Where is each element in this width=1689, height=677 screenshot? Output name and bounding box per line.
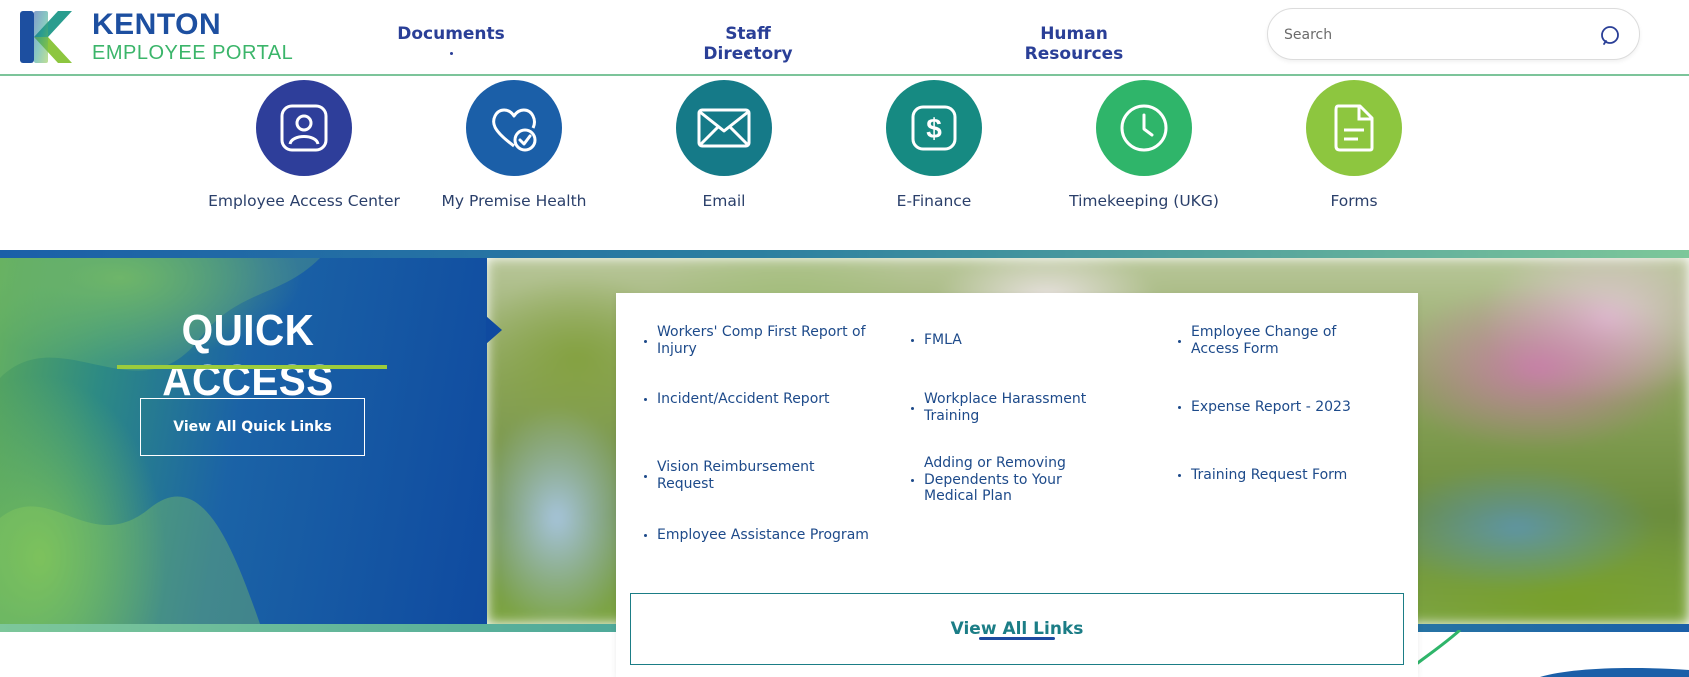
decorative-curve [1400,630,1689,677]
app-label: Employee Access Center [208,192,400,210]
app-label: Forms [1330,192,1378,210]
dollar-icon: $ [911,105,957,151]
nav-human-resources-label: Human Resources [1025,24,1124,64]
link-employee-assistance-program[interactable]: Employee Assistance Program [644,527,874,544]
heart-check-icon [492,108,537,152]
link-fmla[interactable]: FMLA [911,332,1141,349]
nav-staff-directory-label: Staff Directory [703,24,792,64]
app-circle [676,80,772,176]
app-circle [466,80,562,176]
app-circle [256,80,352,176]
link-incident-accident-report[interactable]: Incident/Accident Report [644,391,874,408]
kenton-k-logo-icon [20,11,72,63]
envelope-icon [697,108,751,148]
kenton-logo[interactable]: KENTON EMPLOYEE PORTAL [18,6,298,66]
app-forms[interactable]: Forms [1249,80,1459,210]
app-label: Timekeeping (UKG) [1069,192,1219,210]
app-label: Email [702,192,746,210]
search-box [1267,8,1640,60]
view-all-links-text: View All Links [950,619,1084,639]
band-top-stripe [0,250,1689,258]
link-workplace-harassment-training[interactable]: Workplace Harassment Training [911,391,1141,424]
view-all-links-label: View All Links [950,619,1084,640]
link-expense-report-2023[interactable]: Expense Report - 2023 [1178,399,1408,416]
nav-documents[interactable]: Documents [396,24,506,55]
nav-dot-indicator [450,52,453,55]
app-timekeeping[interactable]: Timekeeping (UKG) [1039,80,1249,210]
logo-subtitle: EMPLOYEE PORTAL [92,41,294,64]
nav-documents-label: Documents [397,24,505,44]
app-circle [1306,80,1402,176]
view-all-quick-links-button[interactable]: View All Quick Links [140,398,365,456]
link-employee-change-of-access[interactable]: Employee Change of Access Form [1178,324,1368,357]
nav-staff-directory[interactable]: Staff Directory [678,24,818,64]
link-training-request-form[interactable]: Training Request Form [1178,467,1408,484]
logo-title: KENTON [92,7,222,41]
quick-access-panel: QUICK ACCESS View All Quick Links [0,258,487,624]
title-underline [117,365,387,369]
nav-dot-indicator [747,52,750,55]
panel-arrow [486,316,502,344]
site-header: KENTON EMPLOYEE PORTAL Documents Staff D… [0,0,1689,76]
quick-access-title: QUICK ACCESS [162,306,334,405]
document-icon [1334,104,1374,152]
app-circle: $ [886,80,982,176]
user-badge-icon [280,104,328,152]
link-adding-removing-dependents[interactable]: Adding or Removing Dependents to Your Me… [911,455,1111,505]
search-input[interactable] [1284,24,1584,46]
link-vision-reimbursement[interactable]: Vision Reimbursement Request [644,459,874,492]
svg-text:$: $ [926,113,942,144]
quick-links-card: Workers' Comp First Report of Injury Inc… [616,293,1418,677]
app-label: My Premise Health [441,192,587,210]
app-my-premise-health[interactable]: My Premise Health [409,80,619,210]
app-circle [1096,80,1192,176]
link-workers-comp[interactable]: Workers' Comp First Report of Injury [644,324,874,357]
nav-dot-indicator [1073,52,1076,55]
app-employee-access-center[interactable]: Employee Access Center [199,80,409,210]
view-all-links-button[interactable]: View All Links [630,593,1404,665]
view-all-underline [978,637,1055,640]
search-icon[interactable] [1599,24,1623,48]
app-email[interactable]: Email [619,80,829,210]
nav-human-resources[interactable]: Human Resources [989,24,1159,64]
app-label: E-Finance [896,192,972,210]
clock-icon [1120,104,1168,152]
app-e-finance[interactable]: $ E-Finance [829,80,1039,210]
